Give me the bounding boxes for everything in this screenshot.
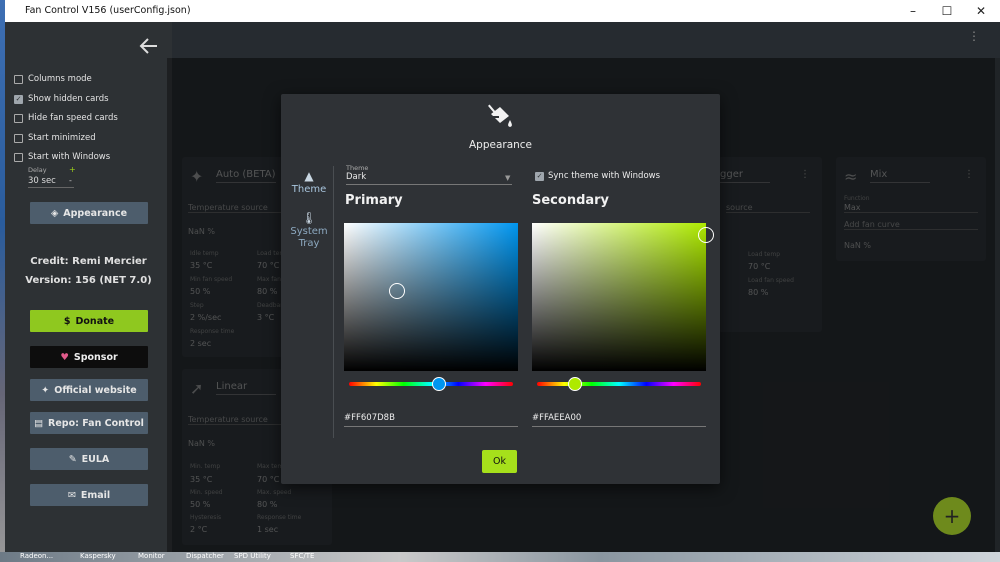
primary-title: Primary xyxy=(345,193,403,208)
maximize-icon: ☐ xyxy=(941,4,953,18)
theme-select[interactable]: Dark xyxy=(346,172,512,185)
primary-color-area[interactable] xyxy=(344,223,518,371)
sponsor-button-label: Sponsor xyxy=(73,351,118,363)
dollar-icon: $ xyxy=(63,315,71,327)
secondary-color-thumb[interactable] xyxy=(698,227,714,243)
triangle-shapes-icon: ▲ xyxy=(304,169,314,183)
window-title: Fan Control V156 (userConfig.json) xyxy=(25,5,191,16)
nav-divider xyxy=(333,166,334,438)
delay-input[interactable]: 30 sec xyxy=(28,176,74,188)
checkbox-label: Columns mode xyxy=(28,74,92,84)
color-area-value xyxy=(532,223,706,371)
secondary-color-area[interactable] xyxy=(532,223,714,371)
version-text: Version: 156 (NET 7.0) xyxy=(25,275,152,286)
checkbox-label: Hide fan speed cards xyxy=(28,113,118,123)
checkbox-start-with-windows[interactable]: Start with Windows xyxy=(14,150,110,164)
appearance-button-label: Appearance xyxy=(63,207,128,219)
nav-system-tray[interactable]: 🌡 System Tray xyxy=(287,212,331,250)
taskbar-item[interactable]: SFC/TE xyxy=(290,552,314,560)
primary-color-thumb[interactable] xyxy=(389,283,405,299)
checkbox-box[interactable]: ✓ xyxy=(535,171,544,181)
envelope-icon: ✉ xyxy=(67,489,76,501)
add-card-button[interactable]: + xyxy=(933,497,971,535)
secondary-title: Secondary xyxy=(532,193,610,208)
close-button[interactable]: ✕ xyxy=(964,0,998,22)
checkbox-show-hidden-cards[interactable]: ✓ Show hidden cards xyxy=(14,92,109,106)
taskbar-item[interactable]: Radeon... xyxy=(20,552,53,560)
delay-label: Delay xyxy=(28,166,47,174)
checkbox-label: Start with Windows xyxy=(28,152,111,162)
settings-sidebar: Columns mode ✓ Show hidden cards Hide fa… xyxy=(5,22,172,552)
email-button[interactable]: ✉ Email xyxy=(30,484,148,506)
eula-button[interactable]: ✎ EULA xyxy=(30,448,148,470)
heart-icon: ♥ xyxy=(60,351,69,363)
taskbar-item[interactable]: Dispatcher xyxy=(186,552,224,560)
main-header: ⋮ xyxy=(172,22,1000,58)
dialog-title: Appearance xyxy=(468,139,533,151)
taskbar-item[interactable]: Kaspersky xyxy=(80,552,116,560)
secondary-hex-input[interactable]: #FFAEEA00 xyxy=(532,413,706,427)
globe-icon: ✦ xyxy=(41,384,50,396)
sync-theme-checkbox[interactable]: ✓ Sync theme with Windows xyxy=(535,171,660,181)
checkbox-columns-mode[interactable]: Columns mode xyxy=(14,72,92,86)
taskbar-item[interactable]: SPD Utility xyxy=(234,552,271,560)
document-edit-icon: ✎ xyxy=(68,453,77,465)
taskbar-item[interactable]: Monitor xyxy=(138,552,165,560)
monitor-icon: ▤ xyxy=(34,417,44,429)
nav-theme-label: Theme xyxy=(291,184,327,195)
email-button-label: Email xyxy=(80,489,111,501)
repo-button-label: Repo: Fan Control xyxy=(48,417,144,429)
official-website-label: Official website xyxy=(54,384,137,396)
secondary-hue-slider[interactable] xyxy=(537,382,701,386)
secondary-hue-thumb[interactable] xyxy=(568,377,582,391)
more-options-icon[interactable]: ⋮ xyxy=(968,30,980,42)
thermometer-icon: 🌡 xyxy=(301,211,317,225)
primary-hue-slider[interactable] xyxy=(349,382,513,386)
minimize-button[interactable]: – xyxy=(896,0,930,22)
minimize-icon: – xyxy=(910,4,916,18)
sponsor-button[interactable]: ♥ Sponsor xyxy=(30,346,148,368)
checkbox-start-minimized[interactable]: Start minimized xyxy=(14,131,96,145)
appearance-button[interactable]: ◈ Appearance xyxy=(30,202,148,224)
paint-bucket-icon: ◈ xyxy=(50,207,59,219)
checkbox-box[interactable] xyxy=(14,113,23,123)
delay-decrement-button[interactable]: - xyxy=(69,176,72,185)
delay-increment-button[interactable]: + xyxy=(69,165,76,174)
donate-button-label: Donate xyxy=(75,315,115,327)
checkbox-label: Start minimized xyxy=(28,133,96,143)
sync-theme-label: Sync theme with Windows xyxy=(548,171,661,181)
appearance-dialog: Appearance ▲ Theme 🌡 System Tray Theme D… xyxy=(281,94,720,484)
primary-hue-thumb[interactable] xyxy=(432,377,446,391)
plus-icon: + xyxy=(943,504,961,528)
official-website-button[interactable]: ✦ Official website xyxy=(30,379,148,401)
title-bar: Fan Control V156 (userConfig.json) – ☐ ✕ xyxy=(5,0,1000,22)
checkbox-hide-fan-speed-cards[interactable]: Hide fan speed cards xyxy=(14,111,118,125)
primary-hex-input[interactable]: #FF607D8B xyxy=(344,413,518,427)
ok-button[interactable]: Ok xyxy=(482,450,517,473)
checkbox-box[interactable]: ✓ xyxy=(14,94,23,104)
maximize-button[interactable]: ☐ xyxy=(930,0,964,22)
theme-select-label: Theme xyxy=(346,164,369,172)
checkbox-box[interactable] xyxy=(14,74,23,84)
donate-button[interactable]: $ Donate xyxy=(30,310,148,332)
paint-bucket-icon xyxy=(488,104,512,127)
nav-system-tray-label: System Tray xyxy=(290,226,328,249)
back-arrow-icon[interactable] xyxy=(137,34,161,58)
checkbox-box[interactable] xyxy=(14,152,23,162)
taskbar-strip: Radeon... Kaspersky Monitor Dispatcher S… xyxy=(0,552,1000,562)
checkbox-label: Show hidden cards xyxy=(28,94,109,104)
chevron-down-icon[interactable]: ▼ xyxy=(505,174,510,182)
eula-button-label: EULA xyxy=(81,453,110,465)
credit-text: Credit: Remi Mercier xyxy=(30,256,147,267)
checkbox-box[interactable] xyxy=(14,133,23,143)
nav-theme[interactable]: ▲ Theme xyxy=(287,170,331,196)
repo-button[interactable]: ▤ Repo: Fan Control xyxy=(30,412,148,434)
close-icon: ✕ xyxy=(975,4,987,18)
color-area-value xyxy=(344,223,518,371)
